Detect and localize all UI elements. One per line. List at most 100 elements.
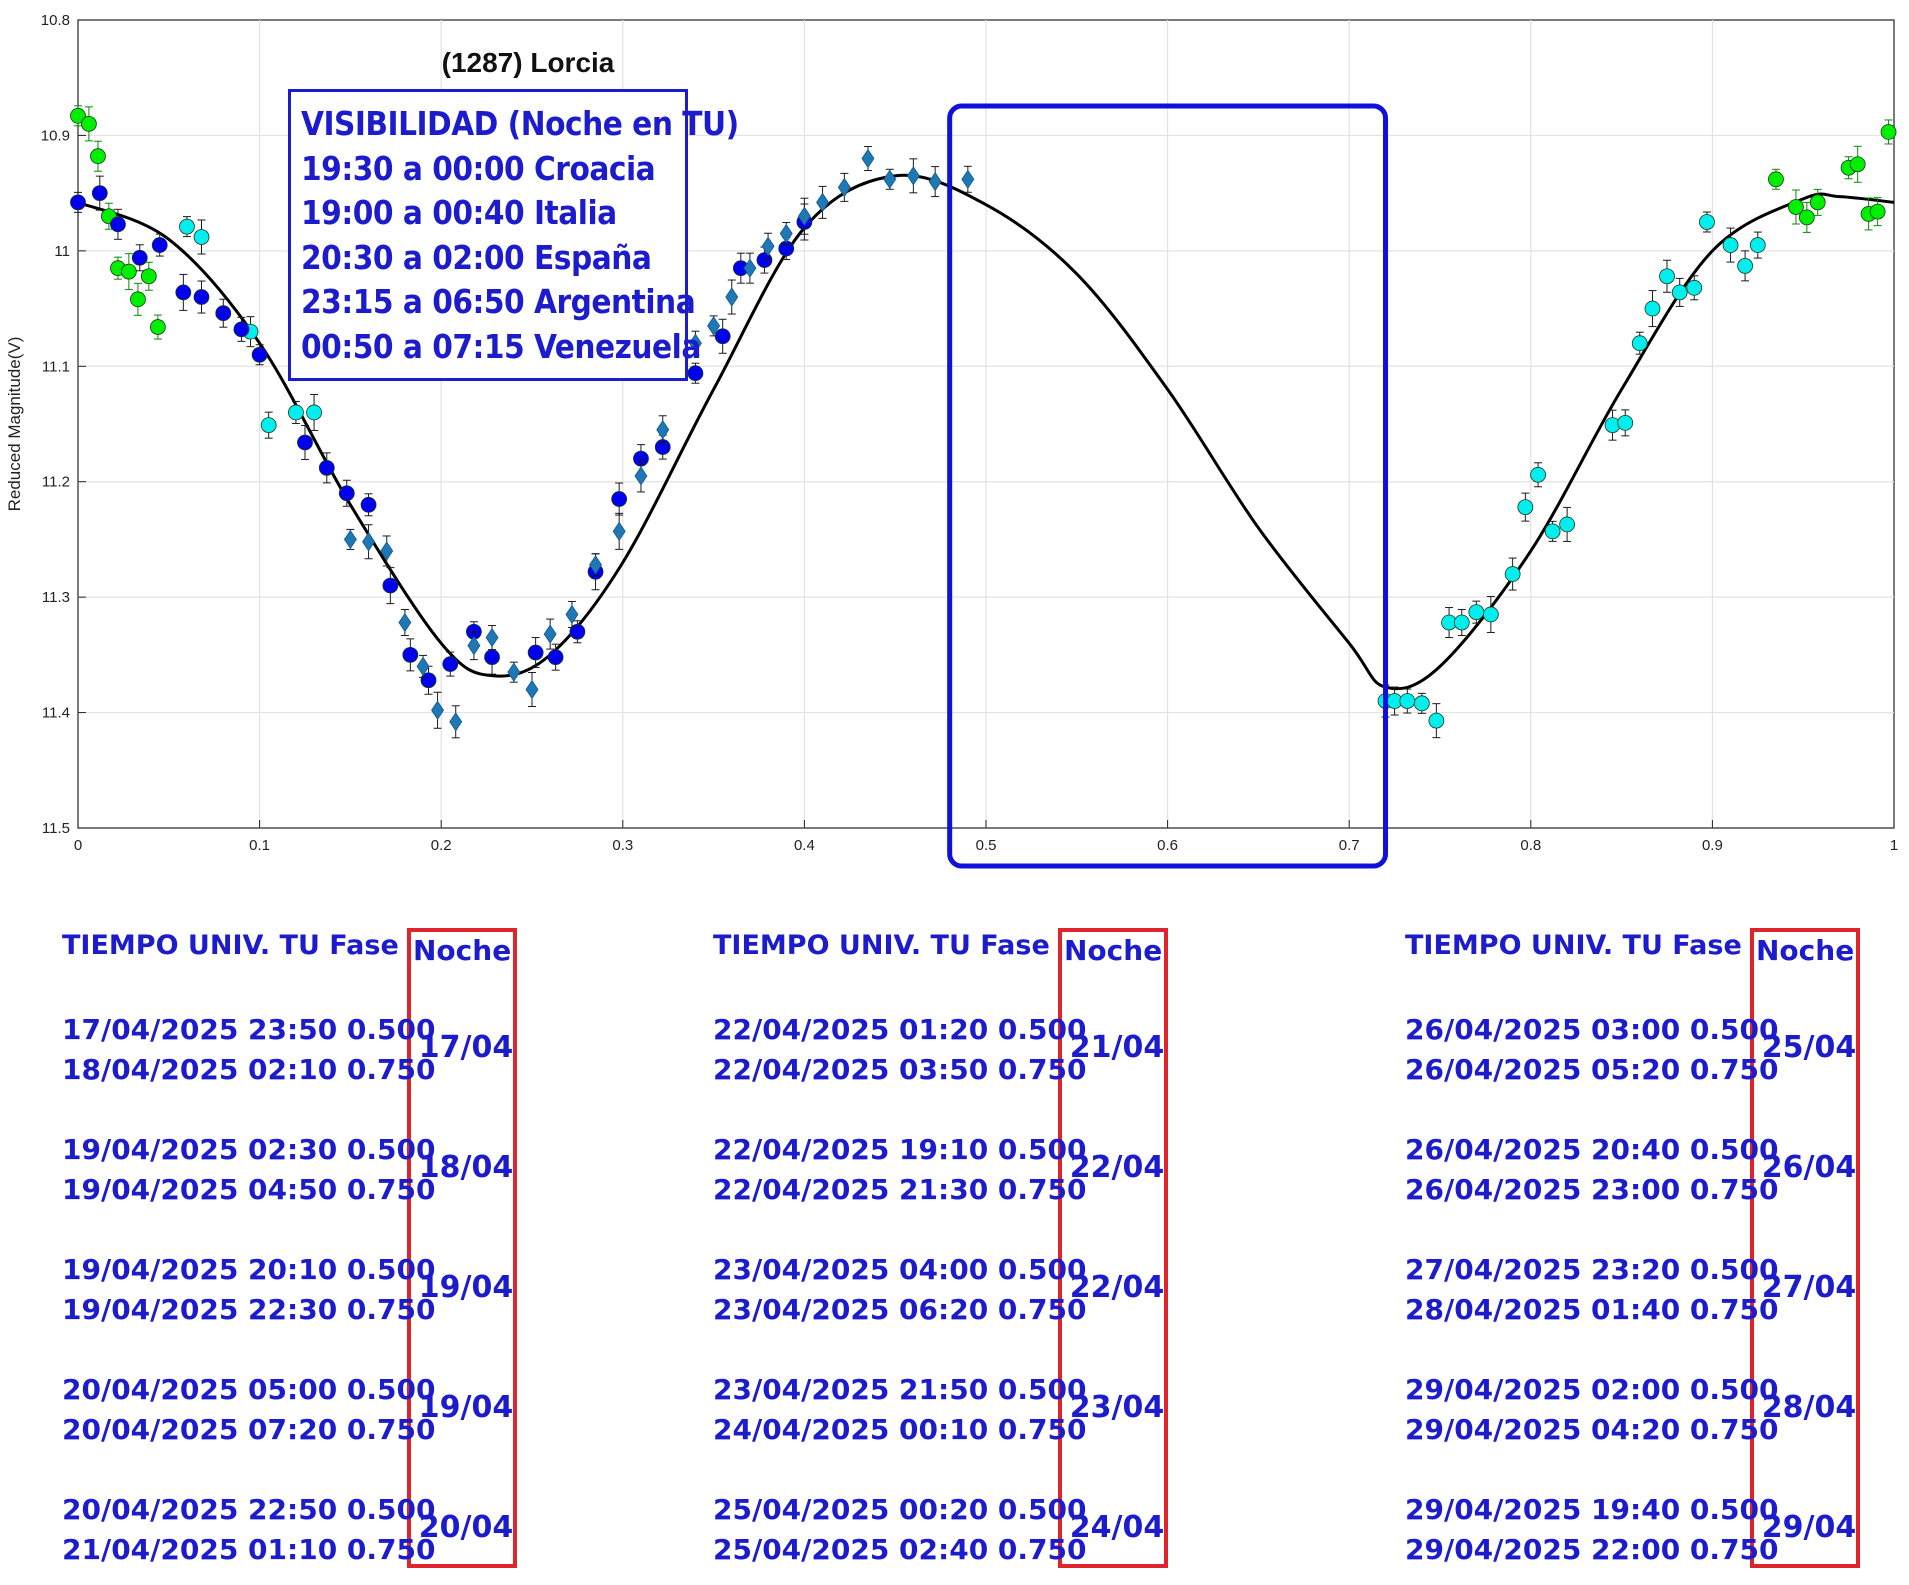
table-row: 26/04/2025 23:00 0.750 xyxy=(1405,1173,1779,1206)
circle-marker xyxy=(1722,237,1739,253)
table-row: 26/04/2025 20:40 0.500 xyxy=(1405,1133,1779,1166)
y-tick-label: 11 xyxy=(54,243,70,260)
circle-marker xyxy=(1468,604,1485,621)
y-tick-label: 11.4 xyxy=(42,705,70,722)
circle-marker xyxy=(1644,300,1661,317)
table-row: 29/04/2025 22:00 0.750 xyxy=(1405,1533,1779,1566)
circle-marker xyxy=(442,656,459,672)
x-tick-label: 0.2 xyxy=(431,837,452,854)
table-row: 17/04/2025 23:50 0.500 xyxy=(62,1013,436,1046)
circle-marker xyxy=(1428,712,1445,729)
visibility-line: 19:00 a 00:40 Italia xyxy=(301,193,617,232)
visibility-line: 20:30 a 02:00 España xyxy=(301,237,652,277)
table-row: 21/04/2025 01:10 0.750 xyxy=(62,1533,436,1566)
x-tick-label: 0.6 xyxy=(1157,837,1178,854)
circle-marker xyxy=(318,459,335,476)
table-header: TIEMPO UNIV. TU Fase xyxy=(1405,930,1742,961)
circle-marker xyxy=(215,305,232,322)
circle-marker xyxy=(1559,516,1576,533)
table-row: 22/04/2025 03:50 0.750 xyxy=(713,1053,1087,1086)
table-row: 29/04/2025 04:20 0.750 xyxy=(1405,1413,1779,1446)
circle-marker xyxy=(1798,209,1815,226)
noche-header: Noche xyxy=(1756,934,1855,967)
y-tick-label: 11.2 xyxy=(42,474,70,491)
circle-marker xyxy=(547,649,564,666)
x-tick-label: 0.1 xyxy=(249,837,270,854)
x-tick-label: 0.7 xyxy=(1339,837,1360,854)
table-row: 27/04/2025 23:20 0.500 xyxy=(1405,1253,1779,1286)
circle-marker xyxy=(297,434,313,451)
circle-marker xyxy=(1686,279,1703,296)
circle-marker xyxy=(151,237,168,253)
visibility-line: 19:30 a 00:00 Croacia xyxy=(301,148,656,188)
circle-marker xyxy=(130,291,146,308)
circle-marker xyxy=(1399,693,1416,709)
circle-marker xyxy=(687,365,704,382)
table-row: 24/04/2025 00:10 0.750 xyxy=(713,1413,1087,1446)
lightcurve-chart: 0 0.1 0.2 0.3 0.4 0.5 0.6 0.7 0.8 0.9 1 10.8 10.9 11 1… xyxy=(5,12,1898,869)
circle-marker xyxy=(338,485,355,502)
circle-marker xyxy=(1869,203,1886,220)
table-row: 20/04/2025 05:00 0.500 xyxy=(62,1373,436,1406)
circle-marker xyxy=(484,649,500,666)
circle-marker xyxy=(1737,257,1753,274)
y-axis-label: Reduced Magnitude(V) xyxy=(5,337,24,512)
table-row: 22/04/2025 19:10 0.500 xyxy=(713,1133,1087,1166)
circle-marker xyxy=(1617,414,1634,431)
table-row: 22/04/2025 21:30 0.750 xyxy=(713,1173,1087,1206)
circle-marker xyxy=(1809,194,1826,211)
x-tick-label: 0.8 xyxy=(1520,837,1541,854)
y-tick-label: 11.3 xyxy=(42,589,70,606)
table-header: TIEMPO UNIV. TU Fase xyxy=(713,930,1050,961)
circle-marker xyxy=(1659,268,1675,285)
table-row: 20/04/2025 22:50 0.500 xyxy=(62,1493,436,1526)
y-tick-label: 10.8 xyxy=(41,12,70,29)
circle-marker xyxy=(1849,156,1866,173)
circle-marker xyxy=(70,194,86,211)
circle-marker xyxy=(1544,523,1561,540)
table-row: 19/04/2025 02:30 0.500 xyxy=(62,1133,436,1166)
table-row: 18/04/2025 02:10 0.750 xyxy=(62,1053,436,1086)
chart-title: (1287) Lorcia xyxy=(442,47,615,78)
table-row: 26/04/2025 05:20 0.750 xyxy=(1405,1053,1779,1086)
table-row: 23/04/2025 21:50 0.500 xyxy=(713,1373,1087,1406)
circle-marker xyxy=(1453,614,1470,631)
table-row: 26/04/2025 03:00 0.500 xyxy=(1405,1013,1779,1046)
circle-marker xyxy=(90,148,106,165)
circle-marker xyxy=(80,115,97,132)
circle-marker xyxy=(120,263,137,280)
table-row: 19/04/2025 20:10 0.500 xyxy=(62,1253,436,1286)
circle-marker xyxy=(1413,695,1430,712)
table-row: 29/04/2025 02:00 0.500 xyxy=(1405,1373,1779,1406)
circle-marker xyxy=(402,646,419,663)
circle-marker xyxy=(131,249,148,266)
noche-header: Noche xyxy=(413,934,512,967)
circle-marker xyxy=(193,229,210,245)
noche-header: Noche xyxy=(1064,934,1163,967)
circle-marker xyxy=(1768,171,1784,188)
x-tick-label: 1 xyxy=(1890,837,1898,854)
circle-marker xyxy=(288,404,304,421)
circle-marker xyxy=(175,284,192,301)
x-tick-label: 0.5 xyxy=(976,837,997,854)
circle-marker xyxy=(1749,237,1766,253)
circle-marker xyxy=(1699,214,1715,230)
x-tick-label: 0.9 xyxy=(1702,837,1723,854)
x-tick-label: 0.3 xyxy=(612,837,633,854)
y-tick-label: 11.1 xyxy=(42,358,70,375)
circle-marker xyxy=(306,404,322,421)
visibility-box: VISIBILIDAD (Noche en TU) 19:30 a 00:00 … xyxy=(288,89,739,381)
table-row: 22/04/2025 01:20 0.500 xyxy=(713,1013,1087,1046)
table-row: 28/04/2025 01:40 0.750 xyxy=(1405,1293,1779,1326)
table-row: 25/04/2025 02:40 0.750 xyxy=(713,1533,1087,1566)
visibility-line: 23:15 a 06:50 Argentina xyxy=(301,282,696,321)
circle-marker xyxy=(1671,284,1688,301)
table-row: 23/04/2025 06:20 0.750 xyxy=(713,1293,1087,1326)
table-row: 25/04/2025 00:20 0.500 xyxy=(713,1493,1087,1526)
circle-marker xyxy=(233,321,250,338)
table-header: TIEMPO UNIV. TU Fase xyxy=(62,930,399,961)
circle-marker xyxy=(382,577,399,594)
circle-marker xyxy=(1517,499,1534,516)
circle-marker xyxy=(150,319,166,335)
table-row: 29/04/2025 19:40 0.500 xyxy=(1405,1493,1779,1526)
